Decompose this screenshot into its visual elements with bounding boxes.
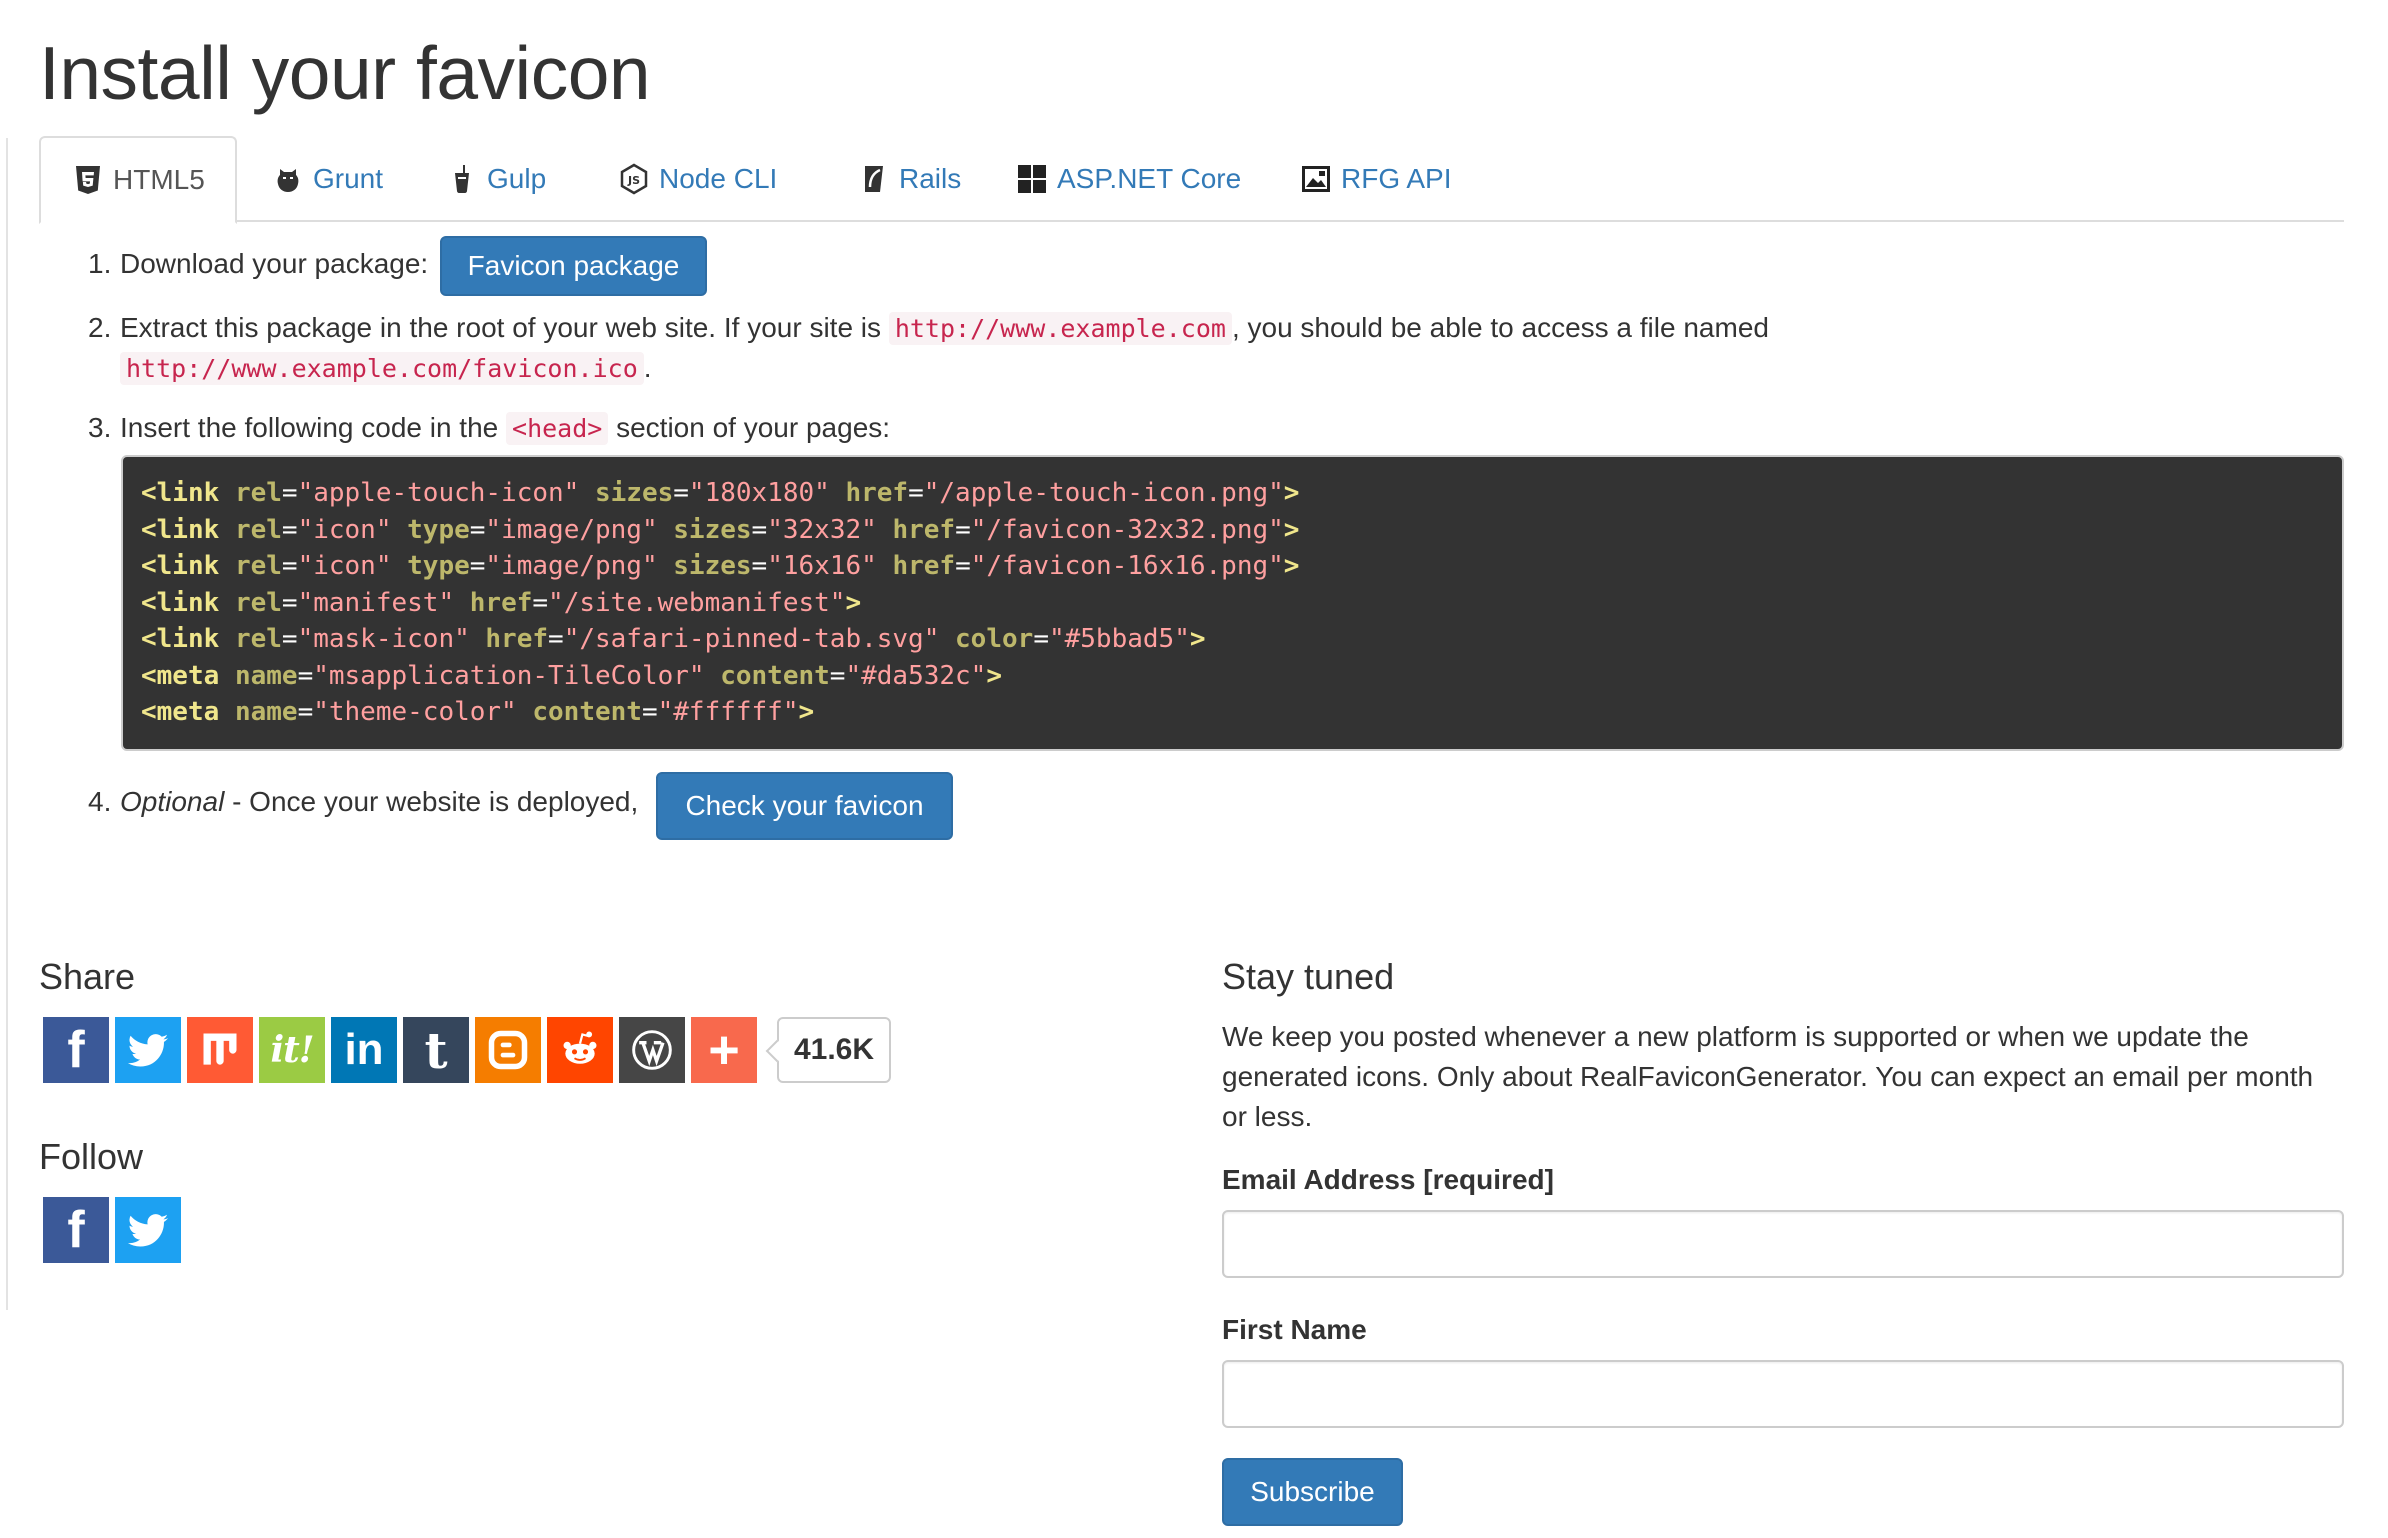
left-border (0, 138, 8, 1310)
plus-icon: + (708, 1020, 740, 1080)
svg-text:JS: JS (627, 174, 640, 187)
share-count: 41.6K (777, 1017, 891, 1083)
code-line: <link rel="apple-touch-icon" sizes="180x… (141, 478, 1300, 508)
code-line: <link rel="manifest" href="/site.webmani… (141, 587, 862, 618)
step-2-text-a: Extract this package in the root of your… (120, 312, 882, 343)
windows-icon (1015, 162, 1049, 196)
code-line: <link rel="mask-icon" href="/safari-pinn… (141, 624, 1206, 654)
tab-node-cli[interactable]: JS Node CLI (617, 136, 777, 222)
optional-label: Optional (120, 786, 225, 817)
step-number: 1. (88, 248, 112, 279)
blogger-icon (486, 1028, 530, 1072)
follow-facebook-button[interactable]: f (43, 1197, 109, 1263)
share-facebook-button[interactable]: f (43, 1017, 109, 1083)
tab-label: ASP.NET Core (1057, 163, 1242, 194)
first-name-field[interactable] (1222, 1360, 2344, 1428)
code-line: <link rel="icon" type="image/png" sizes=… (141, 514, 1300, 545)
tab-grunt[interactable]: Grunt (271, 136, 383, 222)
share-mix-button[interactable] (187, 1017, 253, 1083)
step-2-text-c: . (643, 352, 652, 383)
step-4: 4. Optional - Once your website is deploy… (88, 782, 638, 822)
tab-rails[interactable]: Rails (857, 136, 961, 222)
tab-label: Rails (899, 163, 962, 194)
subscribe-button[interactable]: Subscribe (1222, 1458, 1403, 1526)
twitter-icon (126, 1028, 170, 1072)
favicon-url-code: http://www.example.com/favicon.ico (120, 352, 644, 385)
follow-title: Follow (39, 1136, 144, 1177)
step-3-text-b: section of your pages: (616, 412, 891, 443)
facebook-icon: f (67, 1201, 85, 1259)
stay-tuned-title: Stay tuned (1222, 956, 1395, 997)
share-reddit-button[interactable] (547, 1017, 613, 1083)
check-favicon-button[interactable]: Check your favicon (656, 772, 953, 840)
step-2-text-b: , you should be able to access a file na… (1231, 312, 1769, 343)
step-3-text-a: Insert the following code in the (120, 412, 499, 443)
platform-tabs: HTML5 Grunt Gulp JS Node CLI Rails ASP.N… (39, 136, 2344, 224)
step-2: 2. Extract this package in the root of yo… (88, 308, 1769, 349)
rails-icon (857, 162, 891, 196)
share-linkedin-button[interactable]: in (331, 1017, 397, 1083)
reddit-icon (558, 1028, 602, 1072)
step-2-continued: http://www.example.com/favicon.ico. (120, 348, 652, 389)
email-field[interactable] (1222, 1210, 2344, 1278)
step-1: 1. Download your package: (88, 244, 428, 284)
code-line: <link rel="icon" type="image/png" sizes=… (141, 551, 1300, 581)
gulp-icon (445, 162, 479, 196)
share-title: Share (39, 956, 136, 997)
rfg-api-icon (1299, 162, 1333, 196)
tab-html5[interactable]: HTML5 (39, 136, 237, 224)
step-1-text: Download your package: (120, 248, 429, 279)
wordpress-icon (630, 1028, 674, 1072)
share-more-button[interactable]: + (691, 1017, 757, 1083)
scoopit-icon: it! (270, 1029, 314, 1071)
share-tumblr-button[interactable]: t (403, 1017, 469, 1083)
html5-icon (71, 163, 105, 197)
tab-label: HTML5 (113, 164, 205, 195)
first-name-label: First Name (1222, 1314, 1367, 1345)
tab-label: Grunt (313, 163, 384, 194)
email-label: Email Address [required] (1222, 1164, 1554, 1195)
share-blogger-button[interactable] (475, 1017, 541, 1083)
twitter-icon (126, 1208, 170, 1252)
favicon-html-code-block[interactable]: <link rel="apple-touch-icon" sizes="180x… (121, 455, 2344, 751)
example-url-code: http://www.example.com (888, 312, 1232, 345)
step-number: 3. (88, 412, 112, 443)
tab-gulp[interactable]: Gulp (445, 136, 546, 222)
step-number: 4. (88, 786, 112, 817)
facebook-icon: f (67, 1021, 85, 1079)
head-tag-code: <head> (506, 412, 609, 445)
share-wordpress-button[interactable] (619, 1017, 685, 1083)
code-line: <meta name="theme-color" content="#fffff… (141, 697, 815, 727)
tab-label: RFG API (1341, 163, 1452, 194)
favicon-package-button[interactable]: Favicon package (440, 236, 707, 296)
step-3: 3. Insert the following code in the <head… (88, 408, 890, 449)
nodejs-icon: JS (617, 162, 651, 196)
grunt-icon (271, 162, 305, 196)
tab-rfg-api[interactable]: RFG API (1299, 136, 1451, 222)
tab-aspnet-core[interactable]: ASP.NET Core (1015, 136, 1241, 222)
stay-tuned-description: We keep you posted whenever a new platfo… (1222, 1021, 2314, 1132)
mix-icon (198, 1028, 242, 1072)
step-4-text: - Once your website is deployed, (224, 786, 639, 817)
page-title: Install your favicon (39, 31, 651, 115)
linkedin-icon: in (344, 1025, 384, 1074)
follow-twitter-button[interactable] (115, 1197, 181, 1263)
step-number: 2. (88, 312, 112, 343)
tab-label: Gulp (487, 163, 547, 194)
tumblr-icon: t (424, 1020, 448, 1080)
code-line: <meta name="msapplication-TileColor" con… (141, 660, 1002, 691)
share-twitter-button[interactable] (115, 1017, 181, 1083)
tab-label: Node CLI (659, 163, 778, 194)
share-scoopit-button[interactable]: it! (259, 1017, 325, 1083)
